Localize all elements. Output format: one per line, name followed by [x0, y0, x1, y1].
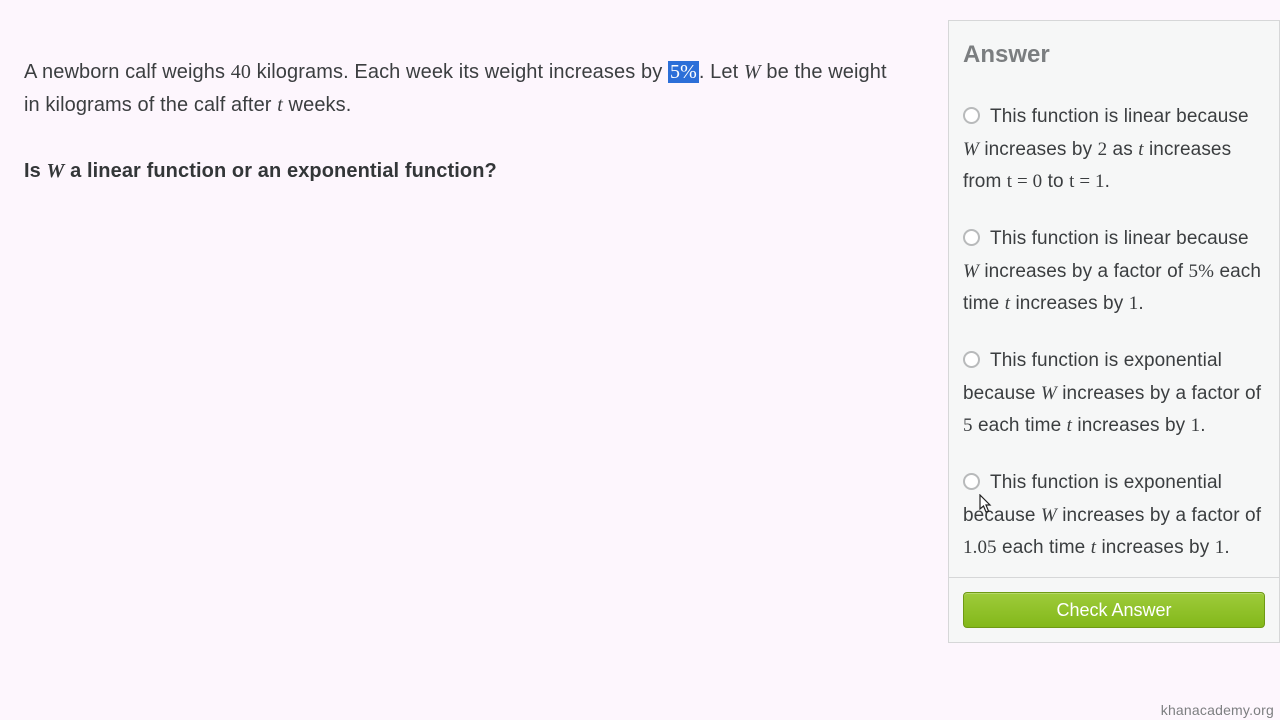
- value: 1: [1191, 415, 1201, 436]
- text: .: [1200, 415, 1205, 436]
- value: t = 1: [1069, 171, 1105, 192]
- answer-choice-d[interactable]: This function is exponential because W i…: [963, 467, 1265, 565]
- highlighted-percent: 5%: [668, 61, 699, 83]
- radio-icon[interactable]: [963, 107, 980, 124]
- var-W: W: [1041, 505, 1057, 526]
- value: 5%: [1189, 261, 1215, 282]
- text: increases by: [1072, 415, 1191, 436]
- check-answer-button[interactable]: Check Answer: [963, 592, 1265, 628]
- problem-area: A newborn calf weighs 40 kilograms. Each…: [0, 0, 948, 720]
- var-W: W: [963, 139, 979, 160]
- problem-statement: A newborn calf weighs 40 kilograms. Each…: [24, 56, 908, 122]
- text: .: [1138, 293, 1143, 314]
- text: This function is linear because: [990, 106, 1249, 127]
- var-W: W: [963, 261, 979, 282]
- text: a linear function or an exponential func…: [64, 160, 496, 182]
- text: each time: [973, 415, 1067, 436]
- value: 1: [1215, 537, 1225, 558]
- text: .: [1224, 537, 1229, 558]
- text: This function is linear because: [990, 228, 1249, 249]
- text: .: [1105, 171, 1110, 192]
- answer-choice-a[interactable]: This function is linear because W increa…: [963, 101, 1265, 199]
- text: Is: [24, 160, 47, 182]
- radio-icon[interactable]: [963, 473, 980, 490]
- text: A newborn calf weighs: [24, 61, 231, 83]
- text: increases by a factor of: [979, 261, 1189, 282]
- answer-choice-c[interactable]: This function is exponential because W i…: [963, 345, 1265, 443]
- var-W: W: [744, 61, 761, 83]
- text: kilograms. Each week its weight increase…: [251, 61, 668, 83]
- value-weight: 40: [231, 61, 251, 83]
- text: as: [1107, 139, 1138, 160]
- answer-choices: This function is linear because W increa…: [949, 77, 1279, 577]
- text: increases by a factor of: [1057, 383, 1261, 404]
- text: each time: [997, 537, 1091, 558]
- text: weeks.: [283, 94, 352, 116]
- question-prompt: Is W a linear function or an exponential…: [24, 160, 908, 183]
- answer-panel: Answer This function is linear because W…: [948, 20, 1280, 643]
- answer-header: Answer: [949, 21, 1279, 77]
- text: increases by a factor of: [1057, 505, 1261, 526]
- answer-title: Answer: [963, 41, 1265, 69]
- radio-icon[interactable]: [963, 229, 980, 246]
- answer-footer: Check Answer: [949, 577, 1279, 642]
- value: 2: [1098, 139, 1108, 160]
- value: 1: [1129, 293, 1139, 314]
- watermark: khanacademy.org: [1161, 702, 1274, 718]
- text: to: [1042, 171, 1069, 192]
- text: increases by: [1010, 293, 1129, 314]
- text: increases by: [1096, 537, 1215, 558]
- value: 1.05: [963, 537, 997, 558]
- var-W: W: [47, 160, 65, 182]
- text: . Let: [699, 61, 744, 83]
- value: 5: [963, 415, 973, 436]
- value: t = 0: [1007, 171, 1043, 192]
- text: increases by: [979, 139, 1098, 160]
- var-W: W: [1041, 383, 1057, 404]
- radio-icon[interactable]: [963, 351, 980, 368]
- answer-choice-b[interactable]: This function is linear because W increa…: [963, 223, 1265, 321]
